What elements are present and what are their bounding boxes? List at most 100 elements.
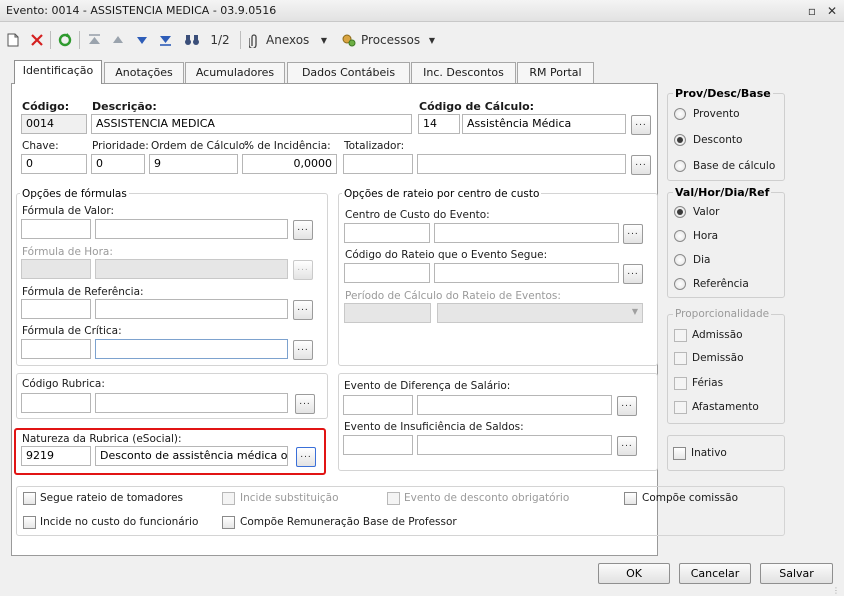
formula-referencia-lookup-button[interactable]: ... bbox=[293, 300, 313, 320]
codigo-rateio-lookup-button[interactable]: ... bbox=[623, 264, 643, 284]
tab-dados-contabeis[interactable]: Dados Contábeis bbox=[287, 62, 410, 83]
radio-provento[interactable] bbox=[674, 108, 686, 120]
window-title: Evento: 0014 - ASSISTENCIA MEDICA - 03.9… bbox=[6, 4, 277, 17]
periodo-rateio-select: ▼ bbox=[437, 303, 643, 323]
compoe-comissao-checkbox[interactable] bbox=[624, 492, 637, 505]
radio-referencia[interactable] bbox=[674, 278, 686, 290]
chave-label: Chave: bbox=[22, 140, 59, 152]
radio-dia[interactable] bbox=[674, 254, 686, 266]
centro-custo-code[interactable] bbox=[344, 223, 430, 243]
val-hor-dia-ref-title: Val/Hor/Dia/Ref bbox=[673, 186, 772, 199]
demissao-label: Demissão bbox=[692, 352, 744, 364]
diferenca-salario-desc bbox=[417, 395, 612, 415]
formula-valor-code[interactable] bbox=[21, 219, 91, 239]
formula-critica-lookup-button[interactable]: ... bbox=[293, 340, 313, 360]
insuficiencia-code[interactable] bbox=[343, 435, 413, 455]
paperclip-icon[interactable] bbox=[247, 30, 261, 50]
centro-custo-lookup-button[interactable]: ... bbox=[623, 224, 643, 244]
diferenca-salario-lookup-button[interactable]: ... bbox=[617, 396, 637, 416]
codigo-rubrica-lookup-button[interactable]: ... bbox=[295, 394, 315, 414]
last-record-icon[interactable] bbox=[157, 30, 173, 50]
dia-label: Dia bbox=[693, 254, 711, 266]
ordem-calculo-label: Ordem de Cálculo: bbox=[151, 140, 249, 152]
next-record-icon[interactable] bbox=[134, 30, 150, 50]
prioridade-field[interactable]: 0 bbox=[91, 154, 145, 174]
base-calculo-label: Base de cálculo bbox=[693, 160, 776, 172]
previous-record-icon[interactable] bbox=[110, 30, 126, 50]
tab-rm-portal[interactable]: RM Portal bbox=[517, 62, 594, 83]
first-record-icon[interactable] bbox=[86, 30, 102, 50]
restore-icon[interactable]: ▫ bbox=[804, 3, 820, 19]
chevron-down-icon[interactable]: ▼ bbox=[318, 30, 330, 50]
codigo-calculo-field[interactable]: 14 bbox=[418, 114, 460, 134]
save-button[interactable]: Salvar bbox=[760, 563, 833, 584]
radio-hora[interactable] bbox=[674, 230, 686, 242]
tab-inc-descontos[interactable]: Inc. Descontos bbox=[411, 62, 516, 83]
codigo-rubrica-desc bbox=[95, 393, 288, 413]
processos-menu[interactable]: Processos bbox=[361, 30, 425, 50]
chave-field[interactable]: 0 bbox=[21, 154, 87, 174]
anexos-menu[interactable]: Anexos bbox=[266, 30, 316, 50]
toolbar: 1/2 Anexos ▼ Processos ▼ bbox=[0, 25, 844, 55]
descricao-field[interactable]: ASSISTENCIA MEDICA bbox=[91, 114, 412, 134]
formula-critica-label: Fórmula de Crítica: bbox=[22, 325, 122, 337]
codigo-rateio-label: Código do Rateio que o Evento Segue: bbox=[345, 249, 548, 261]
totalizador-code-field[interactable] bbox=[343, 154, 413, 174]
close-icon[interactable]: ✕ bbox=[824, 3, 840, 19]
binoculars-icon[interactable] bbox=[182, 30, 202, 50]
evento-desconto-label: Evento de desconto obrigatório bbox=[404, 492, 570, 504]
codigo-rateio-code[interactable] bbox=[344, 263, 430, 283]
codigo-rubrica-code[interactable] bbox=[21, 393, 91, 413]
ok-button[interactable]: OK bbox=[598, 563, 670, 584]
totalizador-desc-field bbox=[417, 154, 626, 174]
codigo-calculo-desc: Assistência Médica bbox=[462, 114, 626, 134]
highlight-box bbox=[14, 428, 326, 475]
formula-referencia-code[interactable] bbox=[21, 299, 91, 319]
formula-valor-lookup-button[interactable]: ... bbox=[293, 220, 313, 240]
diferenca-salario-code[interactable] bbox=[343, 395, 413, 415]
chevron-down-icon[interactable]: ▼ bbox=[426, 30, 438, 50]
incidencia-field[interactable]: 0,0000 bbox=[242, 154, 337, 174]
delete-icon[interactable] bbox=[28, 30, 46, 50]
tab-acumuladores[interactable]: Acumuladores bbox=[185, 62, 285, 83]
radio-desconto[interactable] bbox=[674, 134, 686, 146]
tab-anotacoes[interactable]: Anotações bbox=[104, 62, 184, 83]
radio-base-calculo[interactable] bbox=[674, 160, 686, 172]
chevron-down-icon: ▼ bbox=[631, 307, 638, 316]
formula-referencia-desc bbox=[95, 299, 288, 319]
valor-label: Valor bbox=[693, 206, 720, 218]
inativo-checkbox[interactable] bbox=[673, 447, 686, 460]
new-icon[interactable] bbox=[4, 30, 22, 50]
insuficiencia-lookup-button[interactable]: ... bbox=[617, 436, 637, 456]
proporcionalidade-title: Proporcionalidade bbox=[673, 308, 772, 320]
gear-process-icon[interactable] bbox=[340, 30, 358, 50]
evento-desconto-checkbox bbox=[387, 492, 400, 505]
codigo-field: 0014 bbox=[21, 114, 87, 134]
centro-custo-desc bbox=[434, 223, 619, 243]
codigo-calculo-lookup-button[interactable]: ... bbox=[631, 115, 651, 135]
codigo-rateio-desc bbox=[434, 263, 619, 283]
afastamento-checkbox bbox=[674, 401, 687, 414]
desconto-label: Desconto bbox=[693, 134, 743, 146]
formula-critica-code[interactable] bbox=[21, 339, 91, 359]
radio-valor[interactable] bbox=[674, 206, 686, 218]
compoe-remuneracao-checkbox[interactable] bbox=[222, 516, 235, 529]
incide-custo-checkbox[interactable] bbox=[23, 516, 36, 529]
segue-rateio-checkbox[interactable] bbox=[23, 492, 36, 505]
referencia-label: Referência bbox=[693, 278, 749, 290]
formula-valor-label: Fórmula de Valor: bbox=[22, 205, 115, 217]
periodo-rateio-field bbox=[344, 303, 431, 323]
totalizador-label: Totalizador: bbox=[344, 140, 405, 152]
segue-rateio-label: Segue rateio de tomadores bbox=[40, 492, 184, 504]
cancel-button[interactable]: Cancelar bbox=[679, 563, 751, 584]
resize-grip-icon[interactable]: ⋮ bbox=[832, 586, 842, 595]
formula-valor-desc bbox=[95, 219, 288, 239]
ferias-checkbox bbox=[674, 377, 687, 390]
incide-substituicao-checkbox bbox=[222, 492, 235, 505]
refresh-icon[interactable] bbox=[56, 30, 74, 50]
formula-hora-lookup-button: ... bbox=[293, 260, 313, 280]
ordem-calculo-field[interactable]: 9 bbox=[149, 154, 238, 174]
totalizador-lookup-button[interactable]: ... bbox=[631, 155, 651, 175]
prioridade-label: Prioridade: bbox=[92, 140, 149, 152]
tab-identificacao[interactable]: Identificação bbox=[14, 60, 102, 84]
